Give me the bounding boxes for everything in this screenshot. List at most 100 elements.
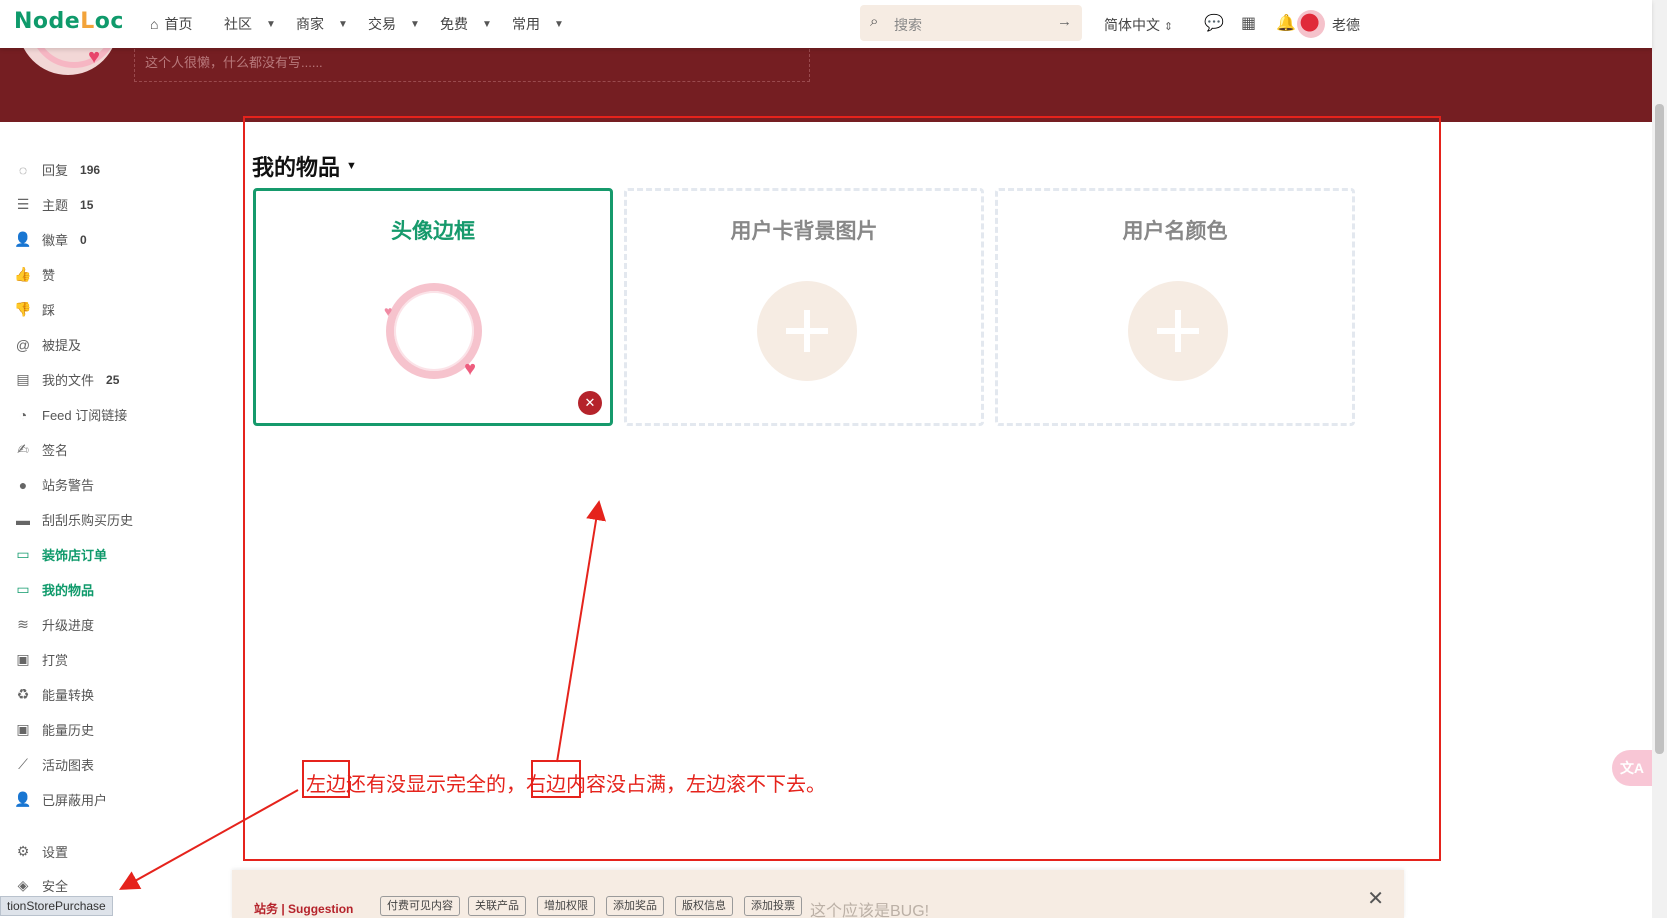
nav-free[interactable]: 免费 ▼	[440, 14, 492, 34]
heart-icon: ♥	[88, 46, 100, 68]
sidebar-item-label: 站务警告	[42, 478, 95, 493]
nav-home[interactable]: ⌂ 首页	[150, 14, 192, 34]
annotation-rectangle	[243, 116, 1441, 861]
search-icon: ⌕	[870, 13, 879, 30]
nav-trade-label: 交易	[368, 16, 396, 32]
sidebar-item-settings[interactable]: ⚙ 设置	[14, 842, 68, 861]
sidebar-item-signature[interactable]: ✍ 签名	[14, 440, 68, 459]
sidebar-item-label: 被提及	[42, 338, 82, 353]
sidebar-item-label: 踩	[42, 303, 56, 318]
at-icon: @	[15, 336, 31, 353]
user-name[interactable]: 老德	[1332, 15, 1360, 35]
list-icon: ☰	[16, 196, 30, 212]
sidebar-item-mentions[interactable]: @ 被提及	[14, 335, 81, 354]
sort-icon: ⇕	[1163, 21, 1174, 33]
sidebar-item-topics[interactable]: ☰ 主题 15	[14, 195, 94, 214]
caret-down-icon: ▼	[554, 18, 564, 30]
translate-button[interactable]: 文A	[1612, 750, 1652, 786]
bell-icon[interactable]: 🔔	[1276, 13, 1296, 33]
paid-content-button[interactable]: 付费可见内容	[380, 896, 460, 916]
sidebar-item-level-progress[interactable]: ≋ 升级进度	[14, 615, 94, 634]
nav-common-label: 常用	[512, 16, 540, 32]
sidebar-item-badges[interactable]: 👤 徽章 0	[14, 230, 87, 249]
sidebar-item-label: 赞	[42, 268, 56, 283]
nav-common[interactable]: 常用 ▼	[512, 14, 564, 34]
sidebar-item-count: 0	[80, 232, 87, 247]
caret-down-icon: ▼	[410, 18, 420, 30]
bio-box[interactable]: 这个人很懒，什么都没有写......	[134, 44, 810, 82]
sidebar-item-dislikes[interactable]: 👎 踩	[14, 300, 55, 319]
thumbs-up-icon: 👍	[14, 266, 32, 282]
sidebar-item-decoration-orders[interactable]: ▭ 装饰店订单	[14, 545, 107, 564]
shield-icon: ◈	[17, 877, 29, 893]
sidebar-item-likes[interactable]: 👍 赞	[14, 265, 55, 284]
caret-down-icon: ▼	[338, 18, 348, 30]
sidebar-item-energy-history[interactable]: ▣ 能量历史	[14, 720, 94, 739]
sidebar-item-label: 设置	[42, 845, 69, 860]
sidebar-item-label: 活动图表	[42, 758, 95, 773]
sidebar-item-label: 徽章	[42, 233, 69, 248]
sidebar-item-replies[interactable]: ◌ 回复 196	[14, 160, 100, 179]
sidebar-item-label: Feed 订阅链接	[42, 408, 128, 423]
sidebar-item-my-items[interactable]: ▭ 我的物品	[14, 580, 94, 599]
user-avatar[interactable]	[1297, 10, 1325, 38]
sidebar-item-label: 能量历史	[42, 723, 95, 738]
sidebar-item-tips[interactable]: ▣ 打赏	[14, 650, 68, 669]
sidebar-item-scratch-history[interactable]: ▬ 刮刮乐购买历史	[14, 510, 133, 529]
add-prize-button[interactable]: 添加奖品	[606, 896, 664, 916]
language-label: 简体中文	[1104, 17, 1160, 33]
scrollbar-thumb[interactable]	[1655, 104, 1664, 754]
close-icon[interactable]: ✕	[1367, 886, 1384, 911]
home-icon: ⌂	[150, 16, 159, 32]
search-input[interactable]: ⌕ 搜索 →	[860, 5, 1082, 41]
money-icon: ▣	[16, 651, 30, 667]
store-icon: ▭	[16, 546, 30, 562]
sidebar-item-security[interactable]: ◈ 安全	[14, 876, 68, 895]
sidebar-item-label: 能量转换	[42, 688, 95, 703]
sidebar-item-label: 我的文件	[42, 373, 95, 388]
add-permission-button[interactable]: 增加权限	[537, 896, 595, 916]
sidebar-item-activity-chart[interactable]: ⟋ 活动图表	[14, 755, 94, 774]
nav-merchant[interactable]: 商家 ▼	[296, 14, 348, 34]
suggestion-tag[interactable]: 站务 | Suggestion	[254, 900, 353, 917]
arrow-right-icon[interactable]: →	[1057, 13, 1072, 30]
nav-free-label: 免费	[440, 16, 468, 32]
warning-icon: ●	[18, 476, 28, 493]
nav-community[interactable]: 社区 ▼	[224, 14, 276, 34]
money-icon: ▣	[16, 721, 30, 737]
sidebar-item-label: 刮刮乐购买历史	[42, 513, 134, 528]
sidebar-item-files[interactable]: ▤ 我的文件 25	[14, 370, 119, 389]
nav-home-label: 首页	[164, 16, 193, 32]
thumbs-down-icon: 👎	[14, 301, 32, 317]
sidebar-item-label: 回复	[42, 163, 69, 178]
sidebar-item-feed[interactable]: ◔ Feed 订阅链接	[14, 405, 127, 424]
status-bar-link: tionStorePurchase	[0, 896, 113, 916]
copyright-info-button[interactable]: 版权信息	[675, 896, 733, 916]
sidebar-item-energy-convert[interactable]: ♻ 能量转换	[14, 685, 94, 704]
suggestion-input[interactable]: 这个应该是BUG!	[810, 897, 929, 918]
caret-down-icon: ▼	[266, 18, 276, 30]
sidebar-item-count: 15	[80, 197, 94, 212]
sidebar-item-label: 打赏	[42, 653, 69, 668]
chart-line-icon: ⟋	[18, 756, 28, 772]
related-product-button[interactable]: 关联产品	[468, 896, 526, 916]
annotation-text: 左边还有没显示完全的，右边内容没占满，左边滚不下去。	[306, 774, 826, 796]
sidebar-item-label: 升级进度	[42, 618, 95, 633]
calendar-icon[interactable]: ▦	[1241, 13, 1256, 33]
sidebar-item-warnings[interactable]: ● 站务警告	[14, 475, 94, 494]
language-select[interactable]: 简体中文 ⇕	[1104, 15, 1173, 35]
user-badge-icon: 👤	[14, 231, 32, 247]
sidebar-item-blocked-users[interactable]: 👤 已屏蔽用户	[14, 790, 107, 809]
search-placeholder: 搜索	[894, 17, 922, 33]
add-poll-button[interactable]: 添加投票	[744, 896, 802, 916]
sidebar-item-label: 签名	[42, 443, 69, 458]
recycle-icon: ♻	[16, 686, 30, 702]
signature-icon: ✍	[17, 441, 29, 457]
nav-community-label: 社区	[224, 16, 252, 32]
ticket-icon: ▬	[16, 511, 30, 528]
nav-trade[interactable]: 交易 ▼	[368, 14, 420, 34]
sidebar-item-label: 装饰店订单	[42, 548, 108, 563]
site-logo[interactable]: NodeLoc	[14, 9, 124, 34]
chat-icon[interactable]: 💬	[1204, 13, 1224, 33]
sidebar-item-label: 主题	[42, 198, 69, 213]
